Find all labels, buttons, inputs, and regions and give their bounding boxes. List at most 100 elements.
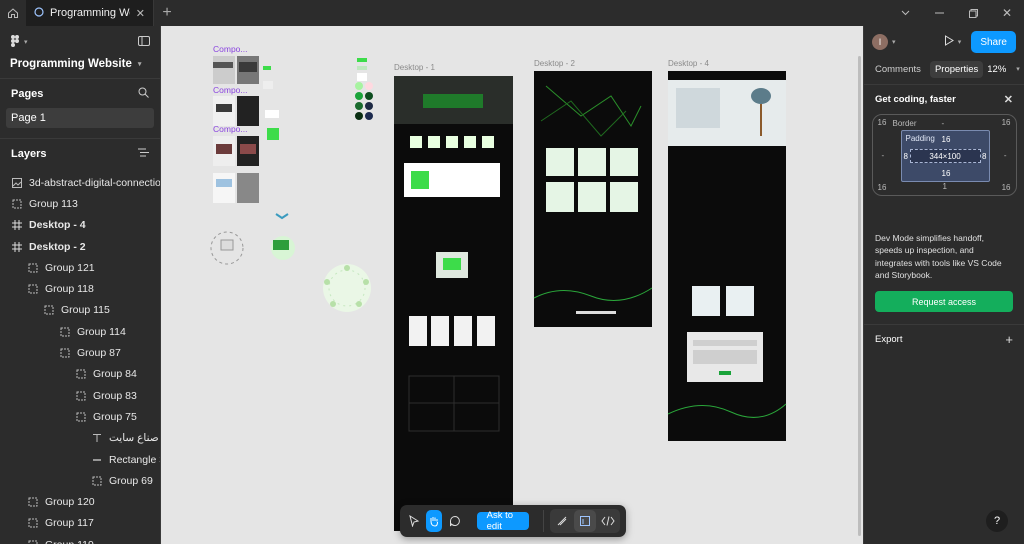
layer-item[interactable]: Group 84: [0, 364, 160, 385]
plus-icon[interactable]: +: [1005, 332, 1013, 347]
canvas[interactable]: Compo... Compo... Compo... Desktop - 1 D…: [161, 26, 863, 544]
desktop-4-artwork: [667, 71, 787, 441]
collapse-layers-icon[interactable]: [138, 148, 149, 160]
comment-icon[interactable]: [446, 510, 462, 532]
desktop-2-artwork: [533, 71, 653, 327]
layer-label: Group 120: [45, 496, 95, 509]
tab-title: Programming Website: [50, 7, 130, 19]
layer-label: Group 114: [77, 325, 126, 338]
dev-mode-description: Dev Mode simplifies handoff, speeds up i…: [875, 233, 1002, 280]
tab-properties[interactable]: Properties: [929, 60, 984, 78]
share-button[interactable]: Share: [971, 31, 1016, 53]
layer-label: Group 121: [45, 261, 95, 274]
restore-icon[interactable]: [956, 0, 990, 26]
avatar[interactable]: I: [872, 34, 888, 50]
group-icon: [28, 540, 38, 544]
component-label[interactable]: Compo...: [213, 44, 248, 54]
color-swatch[interactable]: [355, 92, 363, 100]
layer-item[interactable]: Desktop - 4: [0, 215, 160, 236]
figma-logo-icon: [10, 34, 20, 51]
color-swatch[interactable]: [355, 112, 363, 120]
layer-item[interactable]: Group 119: [0, 534, 160, 544]
component-label[interactable]: Compo...: [213, 85, 248, 95]
layer-label: Group 113: [29, 197, 78, 210]
color-swatch[interactable]: [365, 92, 373, 100]
ask-to-edit-button[interactable]: Ask to edit: [476, 510, 530, 532]
draw-icon[interactable]: [551, 510, 573, 532]
rectangle-icon: [92, 455, 102, 465]
layer-item[interactable]: Rectangle 32: [0, 449, 160, 470]
chevron-down-icon[interactable]: [888, 0, 922, 26]
group-icon: [12, 199, 22, 209]
frame-label-desktop-1[interactable]: Desktop - 1: [394, 63, 435, 72]
image-icon: [12, 177, 22, 188]
chevron-down-icon[interactable]: ▾: [892, 38, 896, 46]
export-label: Export: [875, 334, 903, 346]
sidebar-toggle-icon[interactable]: [138, 36, 150, 49]
color-swatch[interactable]: [365, 102, 373, 110]
plus-icon[interactable]: +: [154, 0, 180, 26]
chevron-down-icon[interactable]: ▾: [1016, 65, 1020, 73]
layer-label: Group 69: [109, 474, 153, 487]
layer-item[interactable]: 3d-abstract-digital-connections-desig: [0, 172, 160, 193]
color-swatch[interactable]: [365, 112, 373, 120]
padding-box: Padding 16 8 8 344×100 16: [900, 130, 990, 182]
tab-comments[interactable]: Comments: [870, 61, 926, 78]
search-icon[interactable]: [138, 87, 149, 101]
color-swatch[interactable]: [355, 102, 363, 110]
layer-item[interactable]: Group 118: [0, 278, 160, 299]
close-icon[interactable]: ✕: [136, 7, 145, 20]
layer-item[interactable]: Group 120: [0, 491, 160, 512]
project-name-row[interactable]: Programming Website ▾: [10, 58, 150, 70]
request-access-button[interactable]: Request access: [875, 291, 1013, 313]
home-icon[interactable]: [0, 0, 26, 26]
layer-item[interactable]: Group 121: [0, 257, 160, 278]
padding-left-value: 8: [903, 152, 908, 161]
layer-item[interactable]: Group 83: [0, 385, 160, 406]
close-icon[interactable]: ✕: [1004, 93, 1013, 106]
layer-item[interactable]: Group 113: [0, 193, 160, 214]
layer-item[interactable]: Group 87: [0, 342, 160, 363]
layer-label: Group 87: [77, 347, 121, 360]
file-tab[interactable]: Programming Website ✕: [26, 0, 154, 26]
desktop-1-artwork: [394, 76, 513, 531]
project-name: Programming Website: [10, 58, 132, 70]
zoom-level[interactable]: 12%: [987, 64, 1006, 75]
group-icon: [28, 263, 38, 273]
group-icon: [60, 327, 70, 337]
layer-item[interactable]: Group 75: [0, 406, 160, 427]
layer-label: Rectangle 32: [109, 453, 160, 466]
margin-top-value: 16: [877, 118, 887, 127]
layer-item[interactable]: Group 114: [0, 321, 160, 342]
margin-bottom-left-value: 16: [877, 183, 887, 192]
text-icon: [92, 433, 102, 443]
right-panel: I ▾ ▾ Share Comments Properties 12% ▾ Ge…: [863, 26, 1024, 544]
chevron-down-icon[interactable]: ▾: [958, 38, 962, 46]
minimize-icon[interactable]: [922, 0, 956, 26]
dev-mode-icon[interactable]: [574, 510, 597, 532]
layer-item[interactable]: Group 117: [0, 513, 160, 534]
layer-label: Group 119: [45, 539, 94, 544]
color-swatch[interactable]: [355, 82, 363, 90]
layer-item[interactable]: Group 69: [0, 470, 160, 491]
code-icon[interactable]: [597, 510, 619, 532]
color-swatch[interactable]: [365, 82, 373, 90]
frame-label-desktop-4[interactable]: Desktop - 4: [668, 59, 709, 68]
close-window-icon[interactable]: ✕: [990, 0, 1024, 26]
main-menu[interactable]: ▾: [10, 34, 150, 50]
layer-label: Group 118: [45, 283, 94, 296]
help-button[interactable]: ?: [986, 510, 1008, 532]
layer-item[interactable]: Group 115: [0, 300, 160, 321]
move-cursor-icon[interactable]: [406, 510, 422, 532]
frame-label-desktop-2[interactable]: Desktop - 2: [534, 59, 575, 68]
layer-label: Desktop - 2: [29, 240, 86, 253]
play-icon[interactable]: [944, 35, 954, 49]
canvas-scrollbar[interactable]: [858, 56, 861, 536]
page-item[interactable]: Page 1: [6, 108, 154, 128]
layer-item[interactable]: Desktop - 2: [0, 236, 160, 257]
hand-icon[interactable]: [426, 510, 443, 532]
group-icon: [28, 497, 38, 507]
component-label[interactable]: Compo...: [213, 124, 248, 134]
color-swatches: [355, 82, 373, 120]
layer-item[interactable]: صناع سايت: [0, 428, 160, 449]
